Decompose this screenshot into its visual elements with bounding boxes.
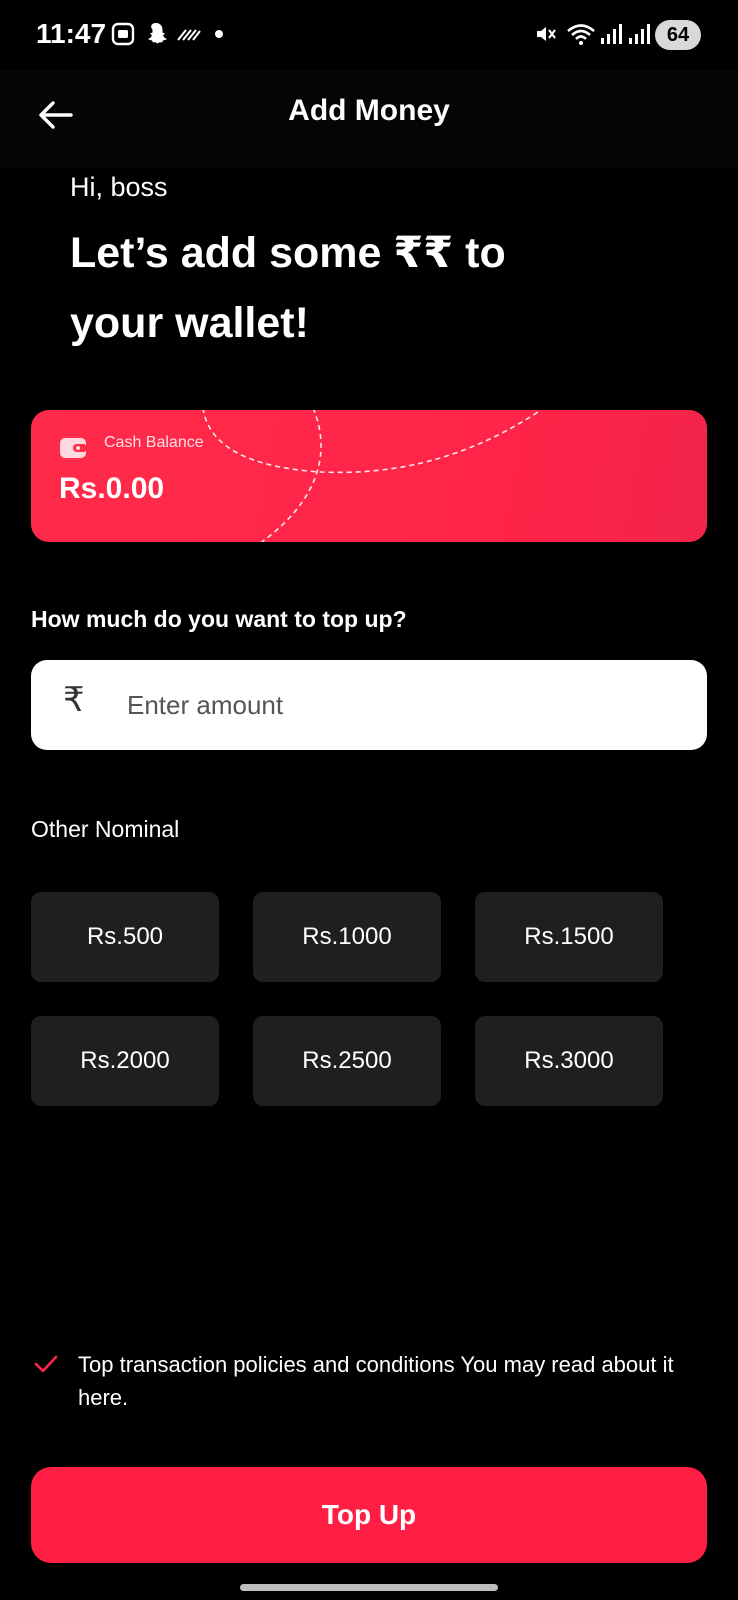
nominal-option-1000[interactable]: Rs.1000: [253, 892, 441, 982]
battery-indicator: 64: [655, 20, 701, 50]
cash-balance-value: Rs.0.00: [59, 472, 165, 505]
nominal-option-2500[interactable]: Rs.2500: [253, 1016, 441, 1106]
signal-bars-icon: [628, 20, 650, 48]
mute-icon: [534, 20, 558, 48]
cash-balance-card: Cash Balance Rs.0.00: [31, 410, 707, 542]
nominal-option-2000[interactable]: Rs.2000: [31, 1016, 219, 1106]
nominal-option-3000[interactable]: Rs.3000: [475, 1016, 663, 1106]
greeting-text: Hi, boss: [70, 172, 168, 202]
dot-icon: [214, 20, 224, 48]
top-up-button[interactable]: Top Up: [31, 1467, 707, 1563]
page-title: Add Money: [288, 94, 450, 127]
other-nominal-label: Other Nominal: [31, 816, 180, 842]
signal-bars-icon: [600, 20, 622, 48]
cash-balance-label: Cash Balance: [104, 434, 204, 451]
headline-text: Let’s add some ₹₹ to your wallet!: [70, 229, 506, 347]
nominal-option-500[interactable]: Rs.500: [31, 892, 219, 982]
wifi-icon: [566, 20, 596, 48]
status-bar: 11:47 64: [0, 0, 738, 70]
amount-field[interactable]: ₹: [31, 660, 707, 750]
wallet-icon: [59, 434, 89, 465]
add-money-screen: 11:47 64 Add Money Hi, boss Let’s add so…: [0, 0, 738, 1600]
policy-text[interactable]: Top transaction policies and conditions …: [78, 1348, 698, 1414]
status-time: 11:47: [36, 18, 107, 49]
screenshot-icon: [110, 20, 136, 48]
signal-flag-icon: [176, 20, 202, 48]
nominal-option-1500[interactable]: Rs.1500: [475, 892, 663, 982]
checkmark-icon[interactable]: [34, 1354, 58, 1379]
topup-question: How much do you want to top up?: [31, 606, 407, 632]
snapchat-icon: [144, 20, 168, 48]
home-indicator[interactable]: [240, 1584, 498, 1591]
amount-input[interactable]: [127, 680, 667, 730]
rupee-icon: ₹: [63, 681, 85, 719]
app-bar: Add Money: [0, 70, 738, 168]
